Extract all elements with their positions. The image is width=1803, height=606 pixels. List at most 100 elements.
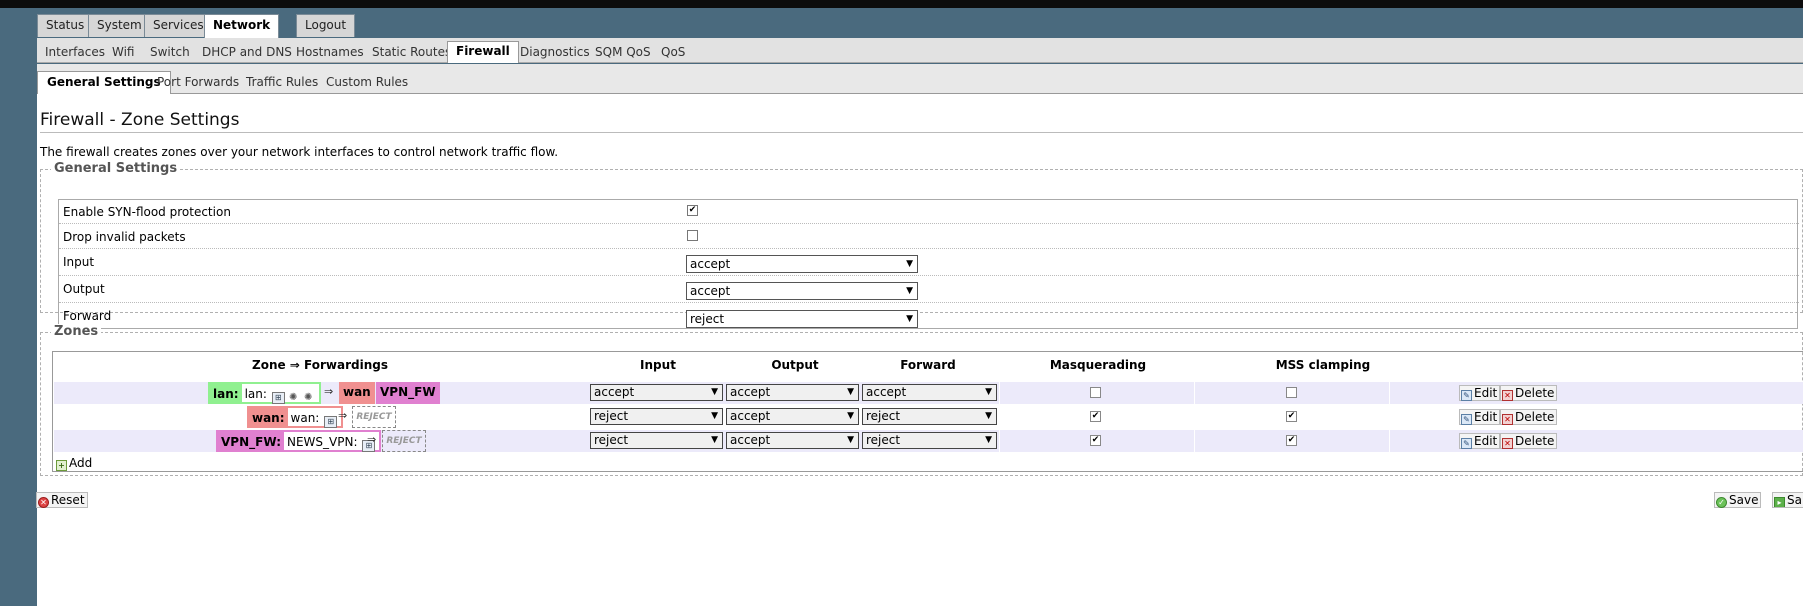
- zone-lan-edit-button[interactable]: ✎ Edit: [1459, 385, 1501, 401]
- reset-icon: ✕: [38, 497, 49, 508]
- add-zone-button[interactable]: + Add: [55, 456, 94, 472]
- reset-button[interactable]: ✕ Reset: [36, 492, 88, 508]
- syn-flood-checkbox[interactable]: ✔: [687, 205, 698, 216]
- subtab-wifi[interactable]: Wifi: [104, 43, 143, 63]
- zone-interface-label: wan:: [290, 411, 320, 425]
- select-value: accept: [730, 433, 771, 447]
- chevron-down-icon: ▼: [985, 411, 992, 421]
- zone-row-vpn-fw: VPN_FW: NEWS_VPN: ⊞ ⇒ REJECT reject ▼ acce…: [54, 430, 1803, 452]
- zone-vpn-fw-input-select[interactable]: reject ▼: [590, 432, 723, 449]
- delete-icon: ✕: [1502, 390, 1513, 401]
- zone-lan-mss-checkbox[interactable]: [1286, 387, 1297, 398]
- zone-lan-output-select[interactable]: accept ▼: [726, 384, 859, 401]
- edit-icon: ✎: [1461, 414, 1472, 425]
- subtab-sqm-qos[interactable]: SQM QoS: [587, 43, 659, 63]
- ethernet-icon: ⊞: [271, 392, 285, 404]
- edit-label: Edit: [1474, 410, 1498, 424]
- subtab-static-routes[interactable]: Static Routes: [364, 43, 459, 63]
- zone-chip-lan[interactable]: lan: lan: ⊞ ✺ ✺: [208, 382, 321, 404]
- subtab-dhcp-dns[interactable]: DHCP and DNS: [194, 43, 300, 63]
- zone-vpn-fw-edit-button[interactable]: ✎ Edit: [1459, 433, 1501, 449]
- zone-vpn-fw-delete-button[interactable]: ✕ Delete: [1500, 433, 1558, 449]
- zone-vpn-fw-forward-select[interactable]: reject ▼: [862, 432, 997, 449]
- zone-vpn-fw-output-select[interactable]: accept ▼: [726, 432, 859, 449]
- col-zone-forwardings: Zone ⇒ Forwardings: [252, 358, 388, 372]
- subtab-diagnostics[interactable]: Diagnostics: [512, 43, 598, 63]
- col-mss-clamping: MSS clamping: [1275, 358, 1371, 372]
- save-apply-button[interactable]: ▸ Sa: [1772, 492, 1803, 508]
- delete-icon: ✕: [1502, 414, 1513, 425]
- tab-logout[interactable]: Logout: [296, 14, 356, 37]
- input-label: Input: [63, 255, 95, 269]
- drop-invalid-checkbox[interactable]: [687, 230, 698, 241]
- ethernet-icon: ⊞: [324, 416, 338, 428]
- zone-wan-forward-select[interactable]: reject ▼: [862, 408, 997, 425]
- title-divider: [40, 132, 1803, 133]
- subtab-interfaces[interactable]: Interfaces: [37, 43, 113, 63]
- zone-lan-masquerading-checkbox[interactable]: [1090, 387, 1101, 398]
- zone-wan-mss-checkbox[interactable]: ✔: [1286, 411, 1297, 422]
- page-description: The firewall creates zones over your net…: [40, 145, 559, 159]
- output-label: Output: [63, 282, 105, 296]
- zone-vpn-fw-masquerading-checkbox[interactable]: ✔: [1090, 435, 1101, 446]
- drop-invalid-label: Drop invalid packets: [63, 230, 186, 244]
- syn-flood-label: Enable SYN-flood protection: [63, 205, 231, 219]
- chevron-down-icon: ▼: [906, 259, 913, 269]
- forward-policy-select[interactable]: reject ▼: [686, 310, 918, 328]
- chevron-down-icon: ▼: [711, 387, 718, 397]
- tab-status[interactable]: Status: [37, 14, 94, 37]
- tab-system[interactable]: System: [88, 14, 151, 37]
- cell-separator: [1389, 430, 1390, 452]
- output-policy-select[interactable]: accept ▼: [686, 282, 918, 300]
- edit-icon: ✎: [1461, 390, 1472, 401]
- zone-name-vpn-fw: VPN_FW:: [218, 432, 284, 450]
- cell-separator: [999, 382, 1000, 404]
- select-value: reject: [594, 433, 629, 447]
- zones-table: Zone ⇒ Forwardings Input Output Forward …: [52, 351, 1803, 472]
- zones-section: Zones Zone ⇒ Forwardings Input Output Fo…: [40, 324, 1803, 476]
- forward-label: Forward: [63, 309, 112, 323]
- subtab-hostnames[interactable]: Hostnames: [288, 43, 372, 63]
- zone-wan-edit-button[interactable]: ✎ Edit: [1459, 409, 1501, 425]
- zone-name-wan: wan:: [249, 408, 288, 426]
- forward-target-vpn-fw[interactable]: VPN_FW: [376, 382, 440, 404]
- delete-label: Delete: [1515, 434, 1555, 448]
- tab-services[interactable]: Services: [144, 14, 213, 37]
- forward-arrow-icon: ⇒: [324, 385, 334, 398]
- fwtab-port-forwards[interactable]: Port Forwards: [148, 72, 248, 94]
- cell-separator: [1194, 430, 1195, 452]
- general-settings-section: General Settings Enable SYN-flood protec…: [40, 161, 1803, 329]
- chevron-down-icon: ▼: [711, 411, 718, 421]
- fwtab-custom-rules[interactable]: Custom Rules: [317, 72, 417, 94]
- zone-lan-delete-button[interactable]: ✕ Delete: [1500, 385, 1558, 401]
- tab-network[interactable]: Network: [204, 14, 280, 38]
- fwtab-traffic-rules[interactable]: Traffic Rules: [237, 72, 327, 94]
- subtab-qos[interactable]: QoS: [653, 43, 693, 63]
- input-policy-select[interactable]: accept ▼: [686, 255, 918, 273]
- select-value: reject: [594, 409, 629, 423]
- zone-wan-input-select[interactable]: reject ▼: [590, 408, 723, 425]
- zone-chip-wan[interactable]: wan: wan: ⊞: [247, 406, 344, 428]
- forward-arrow-icon: ⇒: [367, 433, 377, 446]
- zone-name-lan: lan:: [210, 384, 242, 402]
- zone-wan-masquerading-checkbox[interactable]: ✔: [1090, 411, 1101, 422]
- network-submenu: Interfaces Wifi Switch DHCP and DNS Host…: [37, 38, 1803, 63]
- zone-interfaces-wan: wan: ⊞: [287, 408, 342, 428]
- edit-label: Edit: [1474, 434, 1498, 448]
- forward-arrow-icon: ⇒: [338, 409, 348, 422]
- save-label: Save: [1729, 493, 1759, 507]
- zone-lan-forward-select[interactable]: accept ▼: [862, 384, 997, 401]
- zone-chip-vpn-fw[interactable]: VPN_FW: NEWS_VPN: ⊞: [216, 430, 382, 452]
- zone-wan-delete-button[interactable]: ✕ Delete: [1500, 409, 1558, 425]
- subtab-firewall[interactable]: Firewall: [447, 41, 519, 63]
- chevron-down-icon: ▼: [711, 435, 718, 445]
- col-input: Input: [640, 358, 676, 372]
- reset-label: Reset: [51, 493, 85, 507]
- zone-vpn-fw-mss-checkbox[interactable]: ✔: [1286, 435, 1297, 446]
- page-title: Firewall - Zone Settings: [40, 110, 240, 130]
- save-button[interactable]: ✓ Save: [1714, 492, 1762, 508]
- forward-target-wan[interactable]: wan: [339, 382, 375, 404]
- zone-lan-input-select[interactable]: accept ▼: [590, 384, 723, 401]
- subtab-switch[interactable]: Switch: [142, 43, 198, 63]
- zone-wan-output-select[interactable]: accept ▼: [726, 408, 859, 425]
